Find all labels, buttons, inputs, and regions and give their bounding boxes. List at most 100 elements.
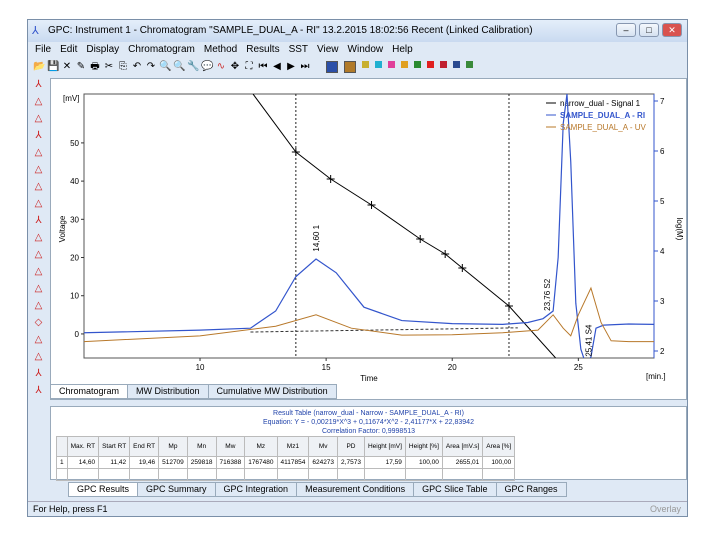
peak-tool-icon[interactable]: △ (35, 197, 43, 210)
close-button[interactable]: ✕ (662, 23, 682, 37)
color-swatch[interactable] (401, 60, 408, 68)
open-icon[interactable]: 📂 (33, 61, 45, 73)
table-cell[interactable]: 100,00 (482, 456, 516, 469)
table-cell[interactable]: 4117854 (276, 456, 310, 469)
peak-tool-icon[interactable]: △ (35, 146, 43, 159)
menu-method[interactable]: Method (204, 42, 237, 57)
table-cell[interactable]: 19,46 (129, 456, 160, 469)
tab-gpc-summary[interactable]: GPC Summary (137, 482, 216, 497)
peak-tool-icon[interactable]: △ (35, 248, 43, 261)
menu-file[interactable]: File (35, 42, 51, 57)
peak-tool-icon[interactable]: ⅄ (35, 78, 41, 91)
menu-chromatogram[interactable]: Chromatogram (128, 42, 195, 57)
cut-icon[interactable]: ✂ (103, 61, 115, 73)
menu-sst[interactable]: SST (289, 42, 308, 57)
peak-tool-icon[interactable]: △ (35, 333, 43, 346)
color-swatch[interactable] (427, 60, 434, 68)
undo-icon[interactable]: ↶ (131, 61, 143, 73)
peak-tool-icon[interactable]: ⅄ (35, 384, 41, 397)
table-cell[interactable]: 2655,01 (441, 456, 484, 469)
color-swatch[interactable] (440, 60, 447, 68)
peak-tool-icon[interactable]: △ (35, 350, 43, 363)
menu-window[interactable]: Window (348, 42, 384, 57)
column-header[interactable]: Mw (215, 436, 246, 457)
table-cell[interactable]: 716388 (215, 456, 246, 469)
peak-tool-icon[interactable]: ⅄ (35, 129, 41, 142)
tab-gpc-integration[interactable]: GPC Integration (214, 482, 298, 497)
minimize-button[interactable]: – (616, 23, 636, 37)
table-cell[interactable]: 100,00 (404, 456, 443, 469)
wrench-icon[interactable]: 🔧 (187, 61, 199, 73)
tab-measurement-conditions[interactable]: Measurement Conditions (296, 482, 415, 497)
color-swatch[interactable] (375, 60, 382, 68)
tab-gpc-ranges[interactable]: GPC Ranges (495, 482, 567, 497)
overlay-icon[interactable]: ∿ (215, 61, 227, 73)
column-header[interactable]: Area [mV.s] (441, 436, 484, 457)
tab-mw-distribution[interactable]: MW Distribution (127, 384, 209, 399)
peak-tool-icon[interactable]: △ (35, 95, 43, 108)
table-cell[interactable]: 17,59 (363, 456, 406, 469)
peak-tool-icon[interactable]: △ (35, 231, 43, 244)
delete-icon[interactable]: ✕ (61, 61, 73, 73)
maximize-button[interactable]: □ (639, 23, 659, 37)
table-cell[interactable]: 11,42 (98, 456, 131, 469)
tab-gpc-slice-table[interactable]: GPC Slice Table (413, 482, 497, 497)
table-cell[interactable]: 259818 (186, 456, 217, 469)
column-header[interactable]: PD (337, 436, 365, 457)
fit-icon[interactable]: ⛶ (243, 61, 255, 73)
color-swatch[interactable] (388, 60, 395, 68)
prev-icon[interactable]: ◀ (271, 61, 283, 73)
copy-icon[interactable]: ⎘ (117, 61, 129, 73)
color-swatch[interactable] (466, 60, 473, 68)
peak-tool-icon[interactable]: ⅄ (35, 367, 41, 380)
table-cell[interactable]: 1767480 (244, 456, 278, 469)
table-cell[interactable]: 14,60 (66, 456, 100, 469)
comment-icon[interactable]: 💬 (201, 61, 213, 73)
column-header[interactable]: End RT (129, 436, 160, 457)
peak-tool-icon[interactable]: △ (35, 112, 43, 125)
column-header[interactable]: Area [%] (482, 436, 516, 457)
next-icon[interactable]: ▶ (285, 61, 297, 73)
first-icon[interactable]: ⏮ (257, 61, 269, 73)
column-header[interactable]: Mv (308, 436, 339, 457)
menu-help[interactable]: Help (392, 42, 413, 57)
column-header[interactable]: Mn (186, 436, 217, 457)
last-icon[interactable]: ⏭ (299, 61, 311, 73)
menu-view[interactable]: View (317, 42, 339, 57)
peak-tool-icon[interactable]: ◇ (35, 316, 43, 329)
peak-tool-icon[interactable]: △ (35, 282, 43, 295)
peak-tool-icon[interactable]: △ (35, 265, 43, 278)
menu-results[interactable]: Results (246, 42, 279, 57)
redo-icon[interactable]: ↷ (145, 61, 157, 73)
menu-display[interactable]: Display (86, 42, 119, 57)
save-icon[interactable]: 💾 (47, 61, 59, 73)
new-icon[interactable]: ✎ (75, 61, 87, 73)
column-header[interactable]: Start RT (98, 436, 131, 457)
table-row[interactable]: 1 14,60 11,42 19,46 512709 259818 716388 176748… (56, 456, 516, 469)
color-swatch[interactable] (344, 60, 356, 73)
plot-area[interactable] (83, 93, 655, 359)
color-swatch[interactable] (453, 60, 460, 68)
column-header[interactable]: Mz (244, 436, 278, 457)
color-swatch[interactable] (326, 60, 338, 73)
column-header[interactable]: Height [%] (404, 436, 443, 457)
tab-cumulative-mw-distribution[interactable]: Cumulative MW Distribution (207, 384, 337, 399)
column-header[interactable]: Height [mV] (363, 436, 406, 457)
table-cell[interactable]: 512709 (158, 456, 188, 469)
print-icon[interactable]: 🖶 (89, 61, 101, 73)
column-header[interactable]: Mz1 (276, 436, 310, 457)
tab-gpc-results[interactable]: GPC Results (68, 482, 139, 497)
table-cell[interactable]: 2,7573 (337, 456, 365, 469)
zoom-in-icon[interactable]: 🔍 (159, 61, 171, 73)
color-swatch[interactable] (414, 60, 421, 68)
table-cell[interactable]: 624273 (308, 456, 339, 469)
zoom-out-icon[interactable]: 🔍 (173, 61, 185, 73)
tab-chromatogram[interactable]: Chromatogram (50, 384, 129, 399)
peak-tool-icon[interactable]: △ (35, 299, 43, 312)
peak-tool-icon[interactable]: △ (35, 180, 43, 193)
color-swatch[interactable] (362, 60, 369, 68)
column-header[interactable]: Max. RT (66, 436, 100, 457)
peak-tool-icon[interactable]: ⅄ (35, 214, 41, 227)
column-header[interactable]: Mp (158, 436, 188, 457)
menu-edit[interactable]: Edit (60, 42, 77, 57)
